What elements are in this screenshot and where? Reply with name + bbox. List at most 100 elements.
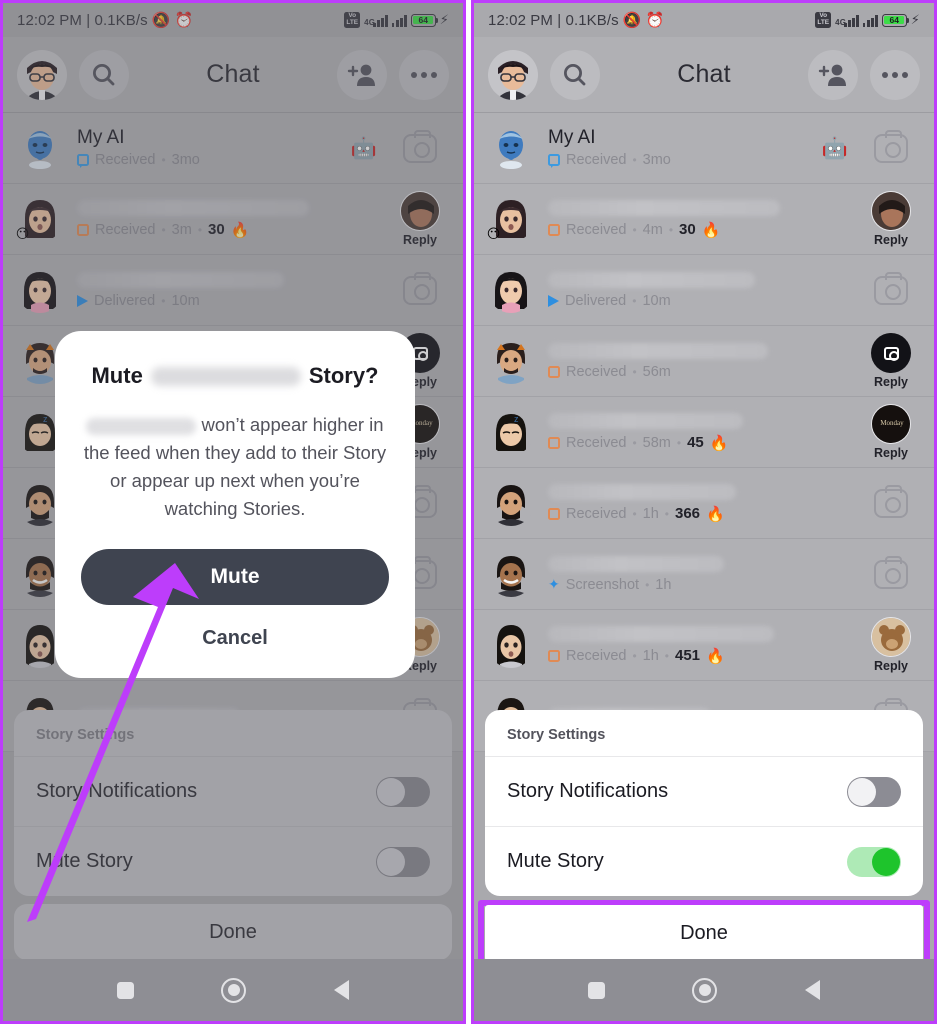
dot-separator: • — [676, 435, 682, 450]
reply-label: Reply — [873, 446, 909, 460]
dot-separator: • — [632, 364, 637, 379]
avatar — [488, 551, 534, 597]
battery-icon: 64 — [881, 13, 910, 27]
chat-row-my-ai[interactable]: My AI Received • 3mo 🤖 — [474, 113, 934, 184]
dot-separator: • — [668, 222, 674, 237]
avatar — [488, 622, 534, 668]
status-time-data: 12:02 PM | 0.1KB/s — [488, 11, 619, 29]
snap-square-icon — [548, 649, 560, 662]
chat-status-label: Received — [566, 152, 627, 169]
dialog-body: won’t appear higher in the feed when the… — [81, 411, 389, 523]
camera-icon[interactable] — [874, 484, 908, 518]
done-button[interactable]: Done — [485, 905, 923, 961]
left-phone-panel: 12:02 PM | 0.1KB/s 🔕 ⏰ Vo LTE 4G 64 ⚡ Ch… — [0, 0, 466, 1024]
story-notifications-toggle[interactable] — [847, 776, 901, 807]
mute-story-toggle[interactable] — [847, 846, 901, 877]
triangle-back-icon[interactable] — [334, 980, 350, 1000]
setting-label: Story Notifications — [507, 780, 669, 802]
chat-status: ✦ Screenshot • 1h — [548, 577, 862, 593]
cancel-button[interactable]: Cancel — [81, 627, 389, 656]
setting-label: Mute Story — [507, 850, 604, 872]
chat-name-blurred — [548, 199, 781, 216]
friend-bitmoji-6 — [488, 551, 534, 597]
circle-home-icon[interactable] — [221, 977, 247, 1003]
friend-story-thumbnail — [872, 192, 910, 230]
story-ring-avatar[interactable]: Monday — [871, 404, 911, 444]
chat-status: Received • 1h • 366 🔥 — [548, 505, 862, 523]
camera-icon[interactable] — [871, 333, 911, 373]
android-nav-bar — [474, 959, 934, 1021]
setting-row-mute-story[interactable]: Mute Story — [485, 827, 923, 896]
snap-square-icon — [548, 223, 560, 236]
chat-row[interactable]: z Received • 58m • 45 🔥 — [474, 397, 934, 468]
add-friend-icon — [818, 64, 846, 86]
dot-separator: • — [632, 293, 637, 308]
camera-icon[interactable] — [874, 129, 908, 163]
more-options-button[interactable] — [870, 49, 920, 100]
bell-muted-icon: 🔕 — [622, 10, 642, 29]
dialog-title-suffix: Story? — [308, 363, 379, 388]
fire-icon: 🔥 — [701, 220, 721, 239]
chat-timestamp: 10m — [642, 292, 671, 309]
square-recents-icon[interactable] — [116, 981, 134, 999]
snap-square-icon — [548, 507, 560, 520]
chat-row[interactable]: Received • 1h • 451 🔥 — [474, 610, 934, 681]
chat-row[interactable]: Received • 1h • 366 🔥 — [474, 468, 934, 539]
story-settings-sheet: Story Settings Story Notifications Mute … — [485, 710, 923, 896]
setting-row-story-notifications[interactable]: Story Notifications — [485, 757, 923, 826]
dialog-title-blurred-name — [150, 366, 301, 386]
streak-count: 45 — [687, 434, 704, 451]
chat-row[interactable]: 😶 Received • 4m • 30 🔥 Reply — [474, 184, 934, 255]
chat-row[interactable]: Delivered • 10m — [474, 255, 934, 326]
chat-name-blurred — [548, 483, 737, 500]
dot-separator: • — [632, 506, 637, 521]
friend-bitmoji-3 — [488, 338, 534, 384]
dot-separator: • — [632, 648, 637, 663]
chat-row[interactable]: Received • 56m Reply — [474, 326, 934, 397]
comparison-screenshot: 12:02 PM | 0.1KB/s 🔕 ⏰ Vo LTE 4G 64 ⚡ Ch… — [0, 0, 937, 1024]
fire-icon: 🔥 — [706, 504, 725, 523]
chat-row-action[interactable] — [862, 555, 920, 589]
avatar — [488, 267, 534, 313]
page-title: Chat — [677, 60, 731, 88]
app-header: Chat — [474, 37, 934, 113]
chat-row-action[interactable]: Reply — [862, 617, 920, 673]
friend-bitmoji-5 — [488, 480, 534, 526]
square-recents-icon[interactable] — [587, 981, 605, 999]
camera-icon[interactable] — [874, 271, 908, 305]
streak-count: 30 — [679, 221, 696, 238]
chat-row-action[interactable] — [862, 484, 920, 518]
signal-strength-icon-2 — [862, 14, 878, 27]
story-ring-avatar[interactable] — [871, 191, 911, 231]
chat-status-label: Received — [566, 434, 627, 451]
chat-row-action[interactable]: Reply — [862, 191, 920, 247]
mute-confirm-button[interactable]: Mute — [81, 549, 389, 606]
chat-timestamp: 4m — [642, 221, 663, 238]
triangle-back-icon[interactable] — [805, 980, 821, 1000]
more-options-icon — [882, 71, 908, 78]
streak-count: 366 — [675, 505, 701, 522]
profile-bitmoji-avatar[interactable] — [488, 49, 538, 100]
chat-row[interactable]: ✦ Screenshot • 1h — [474, 539, 934, 610]
story-ring-avatar[interactable] — [871, 617, 911, 657]
chat-timestamp: 1h — [642, 647, 659, 664]
avatar — [488, 125, 534, 171]
camera-icon[interactable] — [874, 555, 908, 589]
search-button[interactable] — [550, 49, 600, 100]
status-bar-left: 12:02 PM | 0.1KB/s 🔕 ⏰ — [488, 12, 664, 29]
avatar: z — [488, 409, 534, 455]
chat-row-action[interactable]: Reply — [862, 333, 920, 389]
battery-level-label: 64 — [884, 15, 905, 25]
chat-status-label: Received — [566, 363, 627, 380]
avatar — [488, 480, 534, 526]
add-friend-button[interactable] — [808, 49, 858, 100]
circle-home-icon[interactable] — [692, 977, 718, 1003]
story-settings-title: Story Settings — [507, 727, 606, 743]
volte-icon: Vo LTE — [815, 11, 832, 29]
fire-icon: 🔥 — [706, 646, 725, 665]
chat-bubble-icon — [548, 154, 560, 169]
chat-row-action[interactable] — [862, 271, 920, 305]
chat-row-action[interactable]: Monday Reply — [862, 404, 920, 460]
chat-row-action[interactable] — [862, 129, 920, 163]
search-icon — [564, 63, 586, 85]
